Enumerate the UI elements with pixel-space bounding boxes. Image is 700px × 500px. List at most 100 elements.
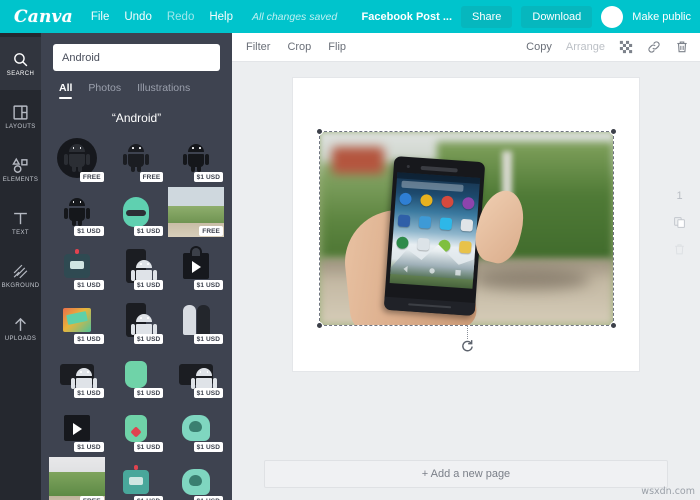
sidebar-item-uploads[interactable]: UPLOADS bbox=[0, 302, 41, 355]
sidebar-item-search[interactable]: SEARCH bbox=[0, 37, 41, 90]
sidebar-item-layouts[interactable]: LAYOUTS bbox=[0, 90, 41, 143]
rotate-handle[interactable] bbox=[460, 339, 474, 353]
thumb-shape bbox=[125, 360, 148, 388]
menu-help[interactable]: Help bbox=[209, 11, 233, 23]
search-result-item[interactable]: $1 USD bbox=[109, 187, 165, 237]
thumb-shape bbox=[63, 249, 90, 278]
object-toolbar-right: Copy Arrange bbox=[526, 40, 689, 54]
query-heading: “Android” bbox=[111, 111, 162, 125]
search-result-item[interactable]: $1 USD bbox=[168, 457, 224, 500]
search-result-item[interactable]: $1 USD bbox=[109, 403, 165, 453]
thumb-shape bbox=[182, 469, 211, 495]
sidebar-item-background[interactable]: BKGROUND bbox=[0, 249, 41, 302]
canvas-area[interactable]: 1 bbox=[232, 62, 700, 454]
search-result-item[interactable]: FREE bbox=[49, 457, 105, 500]
thumb-shape bbox=[182, 305, 210, 335]
back-icon bbox=[403, 266, 408, 273]
search-result-item[interactable]: $1 USD bbox=[49, 187, 105, 237]
phone-app-row-2 bbox=[397, 214, 474, 233]
search-result-item[interactable]: $1 USD bbox=[109, 349, 165, 399]
rotate-icon bbox=[461, 340, 473, 352]
duplicate-page-icon[interactable] bbox=[673, 216, 686, 229]
trash-icon[interactable] bbox=[675, 40, 689, 54]
search-result-item[interactable]: $1 USD bbox=[109, 241, 165, 291]
main-body: SEARCH LAYOUTS ELEMENTS TEXT BKGROUND UP… bbox=[0, 33, 700, 500]
search-result-item[interactable]: $1 USD bbox=[49, 403, 105, 453]
sidebar-item-elements[interactable]: ELEMENTS bbox=[0, 143, 41, 196]
price-badge: $1 USD bbox=[133, 334, 164, 344]
thumb-shape bbox=[123, 465, 150, 494]
search-result-item[interactable]: $1 USD bbox=[49, 241, 105, 291]
tab-all[interactable]: All bbox=[59, 82, 73, 99]
document-title[interactable]: Facebook Post ... bbox=[362, 11, 452, 23]
canva-logo[interactable]: Canva bbox=[14, 7, 73, 27]
delete-page-icon[interactable] bbox=[673, 243, 686, 256]
share-button[interactable]: Share bbox=[461, 5, 513, 28]
flip-button[interactable]: Flip bbox=[328, 41, 346, 53]
menu-undo[interactable]: Undo bbox=[124, 11, 152, 23]
search-result-item[interactable]: $1 USD bbox=[168, 241, 224, 291]
copy-button[interactable]: Copy bbox=[526, 41, 552, 53]
resize-handle-top-right[interactable] bbox=[610, 128, 617, 135]
price-badge: $1 USD bbox=[133, 280, 164, 290]
search-result-item[interactable]: $1 USD bbox=[109, 295, 165, 345]
search-result-item[interactable]: FREE bbox=[168, 187, 224, 237]
search-field-wrapper bbox=[41, 33, 232, 71]
search-input[interactable] bbox=[53, 44, 220, 71]
search-result-item[interactable]: $1 USD bbox=[49, 295, 105, 345]
phone-search-widget bbox=[401, 180, 464, 193]
thumb-shape bbox=[126, 303, 157, 342]
search-result-item[interactable]: $1 USD bbox=[168, 403, 224, 453]
link-icon[interactable] bbox=[647, 40, 661, 54]
object-toolbar: Filter Crop Flip Copy Arrange bbox=[232, 33, 700, 62]
make-public-toggle[interactable] bbox=[601, 5, 624, 28]
price-badge: $1 USD bbox=[74, 442, 104, 452]
search-result-item[interactable]: $1 USD bbox=[168, 133, 224, 183]
search-result-item[interactable]: $1 USD bbox=[49, 349, 105, 399]
search-result-item[interactable]: $1 USD bbox=[109, 457, 165, 500]
search-results-grid[interactable]: FREE FREE $1 USD $1 USD $1 USD FREE $1 USD $1 U… bbox=[41, 133, 232, 500]
price-badge: FREE bbox=[199, 226, 223, 236]
search-result-item[interactable]: $1 USD bbox=[168, 295, 224, 345]
thumb-shape bbox=[126, 249, 157, 288]
selected-image-object[interactable] bbox=[316, 128, 617, 352]
menu-file[interactable]: File bbox=[91, 11, 110, 23]
add-page-wrapper: + Add a new page bbox=[232, 454, 700, 500]
thumb-shape bbox=[182, 415, 211, 441]
resize-handle-bottom-left[interactable] bbox=[316, 322, 323, 329]
sidebar-item-layouts-label: LAYOUTS bbox=[5, 123, 36, 130]
resize-handle-bottom-right[interactable] bbox=[610, 322, 617, 329]
search-result-item[interactable]: FREE bbox=[109, 133, 165, 183]
photo-smartphone bbox=[383, 156, 485, 317]
thumb-shape bbox=[59, 363, 98, 396]
search-result-item[interactable]: $1 USD bbox=[168, 349, 224, 399]
tab-photos[interactable]: Photos bbox=[88, 82, 121, 99]
tab-illustrations[interactable]: Illustrations bbox=[137, 82, 190, 99]
sidebar-item-text[interactable]: TEXT bbox=[0, 196, 41, 249]
resize-handle-top-left[interactable] bbox=[316, 128, 323, 135]
sidebar-item-background-label: BKGROUND bbox=[1, 282, 40, 289]
app-icon bbox=[419, 194, 433, 208]
crop-button[interactable]: Crop bbox=[287, 41, 311, 53]
app-icon bbox=[418, 216, 432, 230]
filter-button[interactable]: Filter bbox=[246, 41, 270, 53]
download-button[interactable]: Download bbox=[521, 5, 593, 28]
transparency-icon[interactable] bbox=[619, 40, 633, 54]
price-badge: $1 USD bbox=[133, 388, 164, 398]
app-icon bbox=[460, 219, 474, 233]
editor-area: Filter Crop Flip Copy Arrange 1 + Add a … bbox=[232, 33, 700, 500]
make-public-label[interactable]: Make public bbox=[632, 11, 691, 23]
photo-hand-holding-smartphone[interactable] bbox=[320, 132, 613, 325]
add-new-page-button[interactable]: + Add a new page bbox=[264, 460, 668, 488]
thumb-shape bbox=[62, 308, 91, 332]
home-icon bbox=[429, 268, 435, 274]
android-robot-glyph bbox=[183, 144, 210, 172]
menu-redo[interactable]: Redo bbox=[167, 11, 195, 23]
price-badge: $1 USD bbox=[133, 442, 164, 452]
result-thumbnail bbox=[168, 457, 224, 500]
thumb-shape bbox=[123, 197, 150, 227]
search-result-item[interactable]: FREE bbox=[49, 133, 105, 183]
app-icon bbox=[439, 217, 453, 231]
design-page[interactable] bbox=[293, 78, 639, 371]
arrange-button: Arrange bbox=[565, 41, 605, 53]
